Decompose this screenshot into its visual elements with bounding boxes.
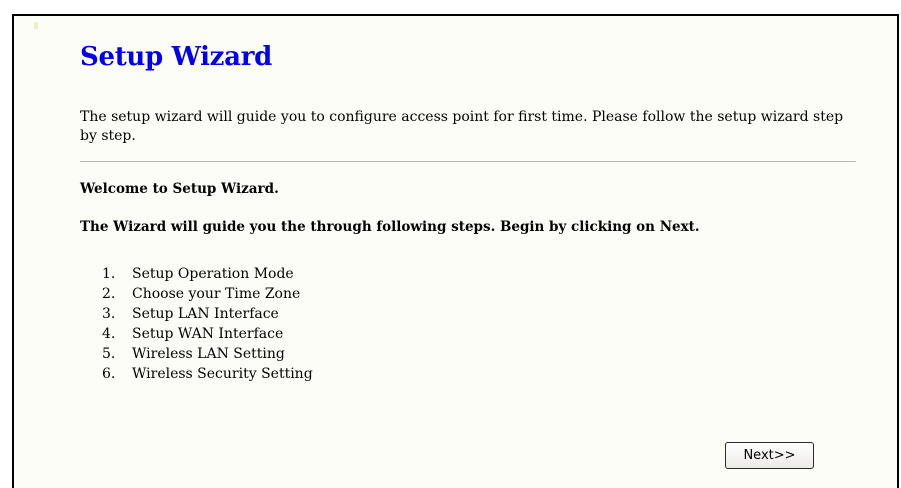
frame-corner-mark (34, 22, 38, 29)
divider (80, 161, 856, 162)
step-label: Wireless LAN Setting (132, 346, 285, 362)
step-item: 1. Setup Operation Mode (102, 264, 313, 284)
step-number: 6. (102, 366, 116, 382)
step-label: Choose your Time Zone (132, 286, 301, 302)
step-label: Setup WAN Interface (132, 326, 284, 342)
step-number: 1. (102, 266, 116, 282)
step-number: 3. (102, 306, 116, 322)
step-label: Wireless Security Setting (132, 366, 313, 382)
next-button[interactable]: Next>> (725, 442, 814, 469)
step-item: 6. Wireless Security Setting (102, 364, 313, 384)
step-item: 5. Wireless LAN Setting (102, 344, 313, 364)
step-item: 3. Setup LAN Interface (102, 304, 313, 324)
intro-text: The setup wizard will guide you to confi… (80, 109, 844, 144)
step-item: 4. Setup WAN Interface (102, 324, 313, 344)
step-number: 4. (102, 326, 116, 342)
step-item: 2. Choose your Time Zone (102, 284, 313, 304)
step-number: 2. (102, 286, 116, 302)
wizard-frame: Setup Wizard The setup wizard will guide… (12, 14, 899, 488)
step-label: Setup Operation Mode (132, 266, 294, 282)
welcome-heading: Welcome to Setup Wizard. (80, 181, 279, 197)
page-title: Setup Wizard (80, 42, 272, 72)
guide-text: The Wizard will guide you the through fo… (80, 219, 700, 235)
step-label: Setup LAN Interface (132, 306, 279, 322)
steps-list: 1. Setup Operation Mode 2. Choose your Tim… (102, 264, 313, 384)
step-number: 5. (102, 346, 116, 362)
